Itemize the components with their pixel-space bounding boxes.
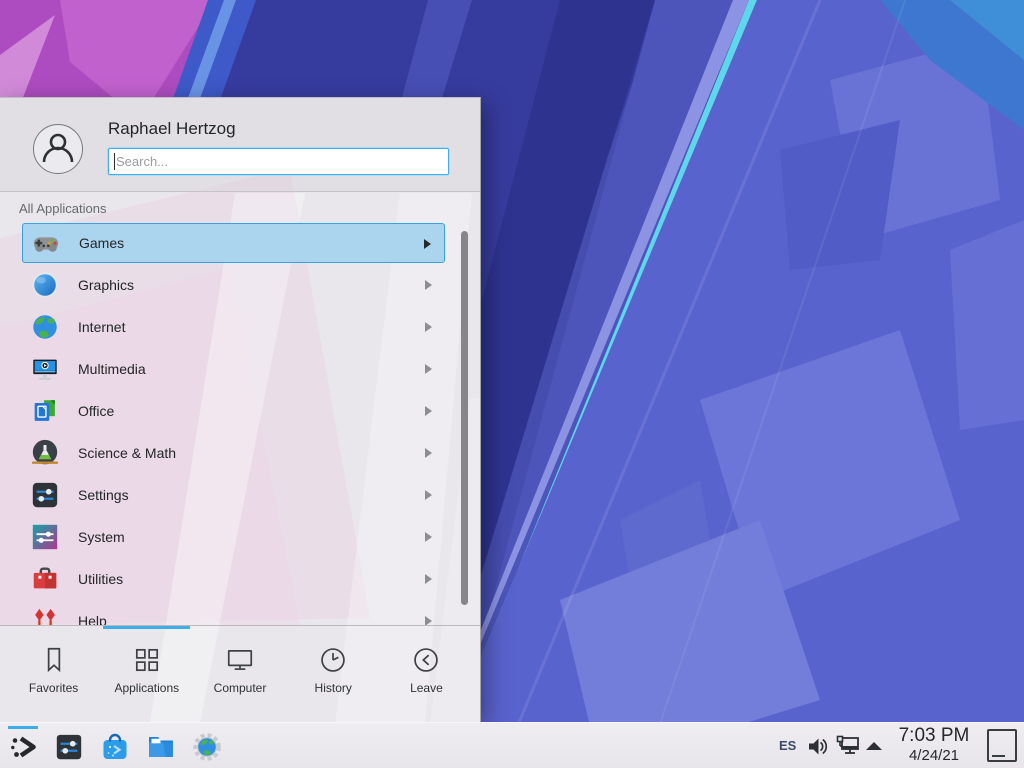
submenu-arrow-icon [425, 532, 432, 542]
category-office[interactable]: Office [22, 391, 445, 431]
launcher-active-indicator [8, 726, 38, 729]
text-caret [114, 153, 115, 170]
help-icon [30, 606, 60, 625]
tab-label: Leave [410, 681, 443, 695]
submenu-arrow-icon [425, 490, 432, 500]
category-label: Science & Math [78, 445, 176, 461]
monitor-icon [225, 645, 255, 675]
submenu-arrow-icon [425, 406, 432, 416]
header-divider [0, 191, 481, 192]
submenu-arrow-icon [425, 448, 432, 458]
volume-icon[interactable] [806, 735, 829, 763]
section-heading: All Applications [19, 201, 106, 216]
flask-icon [30, 438, 60, 468]
taskbar-panel: ES 7:03 PM 4/24/21 [0, 722, 1024, 768]
category-label: Help [78, 613, 107, 625]
category-label: Games [79, 235, 124, 251]
category-label: Settings [78, 487, 129, 503]
category-label: System [78, 529, 125, 545]
network-icon[interactable] [836, 735, 861, 763]
tab-favorites[interactable]: Favorites [7, 629, 100, 722]
tab-applications[interactable]: Applications [100, 629, 193, 722]
submenu-arrow-icon [425, 364, 432, 374]
submenu-arrow-icon [425, 322, 432, 332]
category-graphics[interactable]: Graphics [22, 265, 445, 305]
category-science-math[interactable]: Science & Math [22, 433, 445, 473]
discover-icon[interactable] [100, 732, 130, 762]
bookmark-icon [39, 645, 69, 675]
tab-history[interactable]: History [287, 629, 380, 722]
category-help[interactable]: Help [22, 601, 445, 625]
tab-label: Computer [214, 681, 267, 695]
category-label: Graphics [78, 277, 134, 293]
category-settings[interactable]: Settings [22, 475, 445, 515]
category-label: Utilities [78, 571, 123, 587]
show-desktop-glyph [992, 755, 1005, 757]
submenu-arrow-icon [425, 280, 432, 290]
person-icon [35, 126, 81, 172]
category-label: Multimedia [78, 361, 146, 377]
category-label: Internet [78, 319, 125, 335]
toolbox-icon [30, 564, 60, 594]
keyboard-layout-indicator[interactable]: ES [779, 738, 796, 753]
submenu-arrow-icon [425, 574, 432, 584]
grid-icon [132, 645, 162, 675]
sliders-icon [30, 480, 60, 510]
desktop: Raphael Hertzog All Applications [0, 0, 1024, 768]
list-scrollbar[interactable] [461, 231, 468, 605]
clock-icon [318, 645, 348, 675]
tab-label: History [315, 681, 352, 695]
globe-icon [30, 312, 60, 342]
media-screen-icon [30, 354, 60, 384]
search-input[interactable] [108, 148, 449, 175]
sphere-icon [30, 270, 60, 300]
category-multimedia[interactable]: Multimedia [22, 349, 445, 389]
category-label: Office [78, 403, 114, 419]
launcher-tab-bar: Favorites Applications Computer [7, 629, 473, 722]
application-launcher-menu: Raphael Hertzog All Applications [0, 97, 481, 722]
tab-leave[interactable]: Leave [380, 629, 473, 722]
submenu-arrow-icon [425, 616, 432, 625]
system-icon [30, 522, 60, 552]
show-desktop-button[interactable] [987, 729, 1017, 762]
expand-tray-icon[interactable] [866, 742, 882, 750]
clock-time: 7:03 PM [893, 725, 975, 747]
web-browser-icon[interactable] [192, 732, 222, 762]
tabbar-divider [0, 625, 481, 626]
gamepad-icon [31, 228, 61, 258]
user-name: Raphael Hertzog [108, 119, 236, 139]
tab-label: Favorites [29, 681, 78, 695]
digital-clock[interactable]: 7:03 PM 4/24/21 [893, 725, 975, 765]
tab-computer[interactable]: Computer [193, 629, 286, 722]
category-internet[interactable]: Internet [22, 307, 445, 347]
category-utilities[interactable]: Utilities [22, 559, 445, 599]
clock-date: 4/24/21 [893, 747, 975, 765]
user-avatar[interactable] [33, 124, 83, 174]
documents-icon [30, 396, 60, 426]
app-launcher-icon[interactable] [8, 732, 38, 762]
category-system[interactable]: System [22, 517, 445, 557]
tab-label: Applications [114, 681, 179, 695]
submenu-arrow-icon [424, 239, 431, 249]
system-settings-icon[interactable] [54, 732, 84, 762]
leave-icon [411, 645, 441, 675]
file-manager-icon[interactable] [146, 732, 176, 762]
category-games[interactable]: Games [22, 223, 445, 263]
category-list: Games Graphics [0, 217, 481, 625]
